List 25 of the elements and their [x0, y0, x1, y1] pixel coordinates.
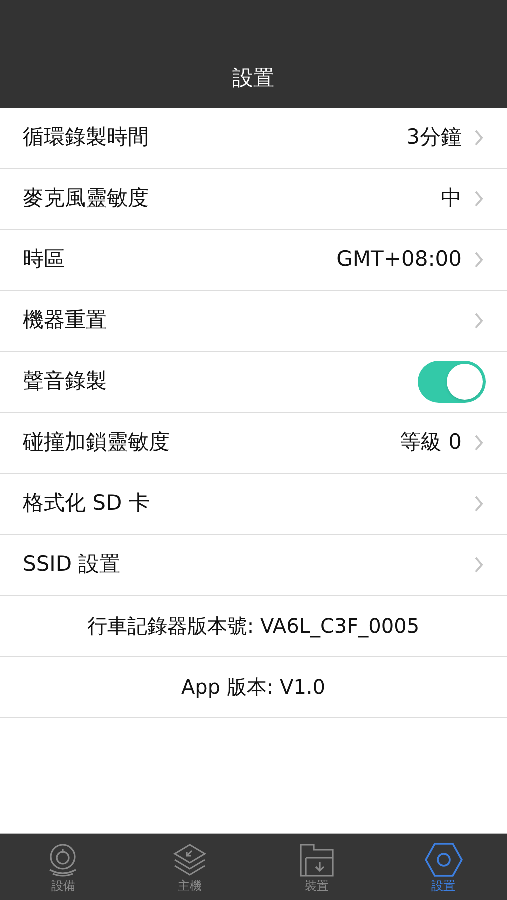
tab-item[interactable]: 主機	[126, 834, 254, 900]
settings-link-row[interactable]: 循環錄製時間 3分鐘	[0, 108, 507, 169]
chevron-icon	[474, 190, 484, 208]
settings-link-row[interactable]: 格式化 SD 卡	[0, 474, 507, 535]
chevron-icon	[474, 251, 484, 269]
chevron-icon	[474, 312, 484, 330]
settings-link-row[interactable]: SSID 設置	[0, 535, 507, 596]
toggle-switch[interactable]	[418, 361, 486, 403]
screen-title: 設置	[232, 64, 274, 92]
settings-link-row[interactable]: 機器重置	[0, 291, 507, 352]
settings-link-row[interactable]: 麥克風靈敏度 中	[0, 169, 507, 230]
settings-link-row[interactable]: 時區 GMT+08:00	[0, 230, 507, 291]
chevron-icon	[474, 129, 484, 147]
layers-icon	[172, 842, 208, 878]
chevron-icon	[474, 495, 484, 513]
info-text: App 版本: V1.0	[181, 674, 326, 701]
settings-icon	[424, 842, 463, 878]
chevron-icon	[474, 556, 484, 574]
chevron-icon	[474, 434, 484, 452]
tab-item[interactable]: 裝置	[254, 834, 380, 900]
info-text: 行車記錄器版本號: VA6L_C3F_0005	[87, 613, 420, 640]
tab-item[interactable]: 設備	[0, 834, 127, 900]
folder-download-icon	[298, 842, 335, 878]
setting-label: 聲音錄製	[23, 368, 108, 396]
settings-link-row[interactable]: 碰撞加鎖靈敏度 等級 0	[0, 413, 507, 474]
